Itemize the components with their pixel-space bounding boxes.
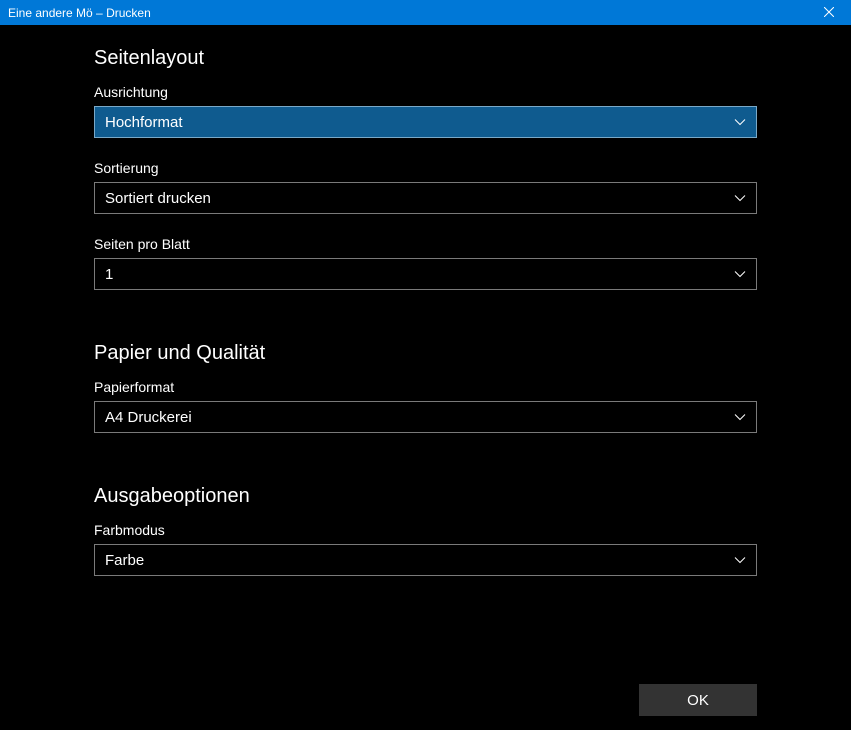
dropdown-orientation[interactable]: Hochformat [94,106,757,138]
chevron-down-icon [734,411,746,423]
field-sorting: Sortierung Sortiert drucken [94,160,757,214]
dropdown-paper-format[interactable]: A4 Druckerei [94,401,757,433]
window-title: Eine andere Mö – Drucken [8,6,151,20]
field-orientation: Ausrichtung Hochformat [94,84,757,138]
dropdown-orientation-value: Hochformat [105,114,734,131]
label-paper-format: Papierformat [94,379,757,395]
dropdown-paper-format-value: A4 Druckerei [105,409,734,426]
chevron-down-icon [734,192,746,204]
dropdown-pages-per-sheet[interactable]: 1 [94,258,757,290]
close-icon [824,6,834,20]
chevron-down-icon [734,116,746,128]
chevron-down-icon [734,554,746,566]
dropdown-color-mode[interactable]: Farbe [94,544,757,576]
dropdown-sorting-value: Sortiert drucken [105,190,734,207]
field-color-mode: Farbmodus Farbe [94,522,757,576]
section-output-options: Ausgabeoptionen Farbmodus Farbe [94,485,757,576]
chevron-down-icon [734,268,746,280]
section-paper-quality: Papier und Qualität Papierformat A4 Druc… [94,342,757,433]
section-page-layout: Seitenlayout Ausrichtung Hochformat Sort… [94,47,757,290]
section-title-output: Ausgabeoptionen [94,485,757,508]
dialog-content: Seitenlayout Ausrichtung Hochformat Sort… [0,25,851,576]
section-title-paper: Papier und Qualität [94,342,757,365]
label-sorting: Sortierung [94,160,757,176]
label-pages-per-sheet: Seiten pro Blatt [94,236,757,252]
dropdown-color-mode-value: Farbe [105,552,734,569]
close-button[interactable] [806,0,851,25]
label-color-mode: Farbmodus [94,522,757,538]
label-orientation: Ausrichtung [94,84,757,100]
dropdown-pages-per-sheet-value: 1 [105,266,734,283]
dropdown-sorting[interactable]: Sortiert drucken [94,182,757,214]
dialog-footer: OK [639,684,757,716]
window-titlebar: Eine andere Mö – Drucken [0,0,851,25]
ok-button[interactable]: OK [639,684,757,716]
field-paper-format: Papierformat A4 Druckerei [94,379,757,433]
field-pages-per-sheet: Seiten pro Blatt 1 [94,236,757,290]
section-title-layout: Seitenlayout [94,47,757,70]
